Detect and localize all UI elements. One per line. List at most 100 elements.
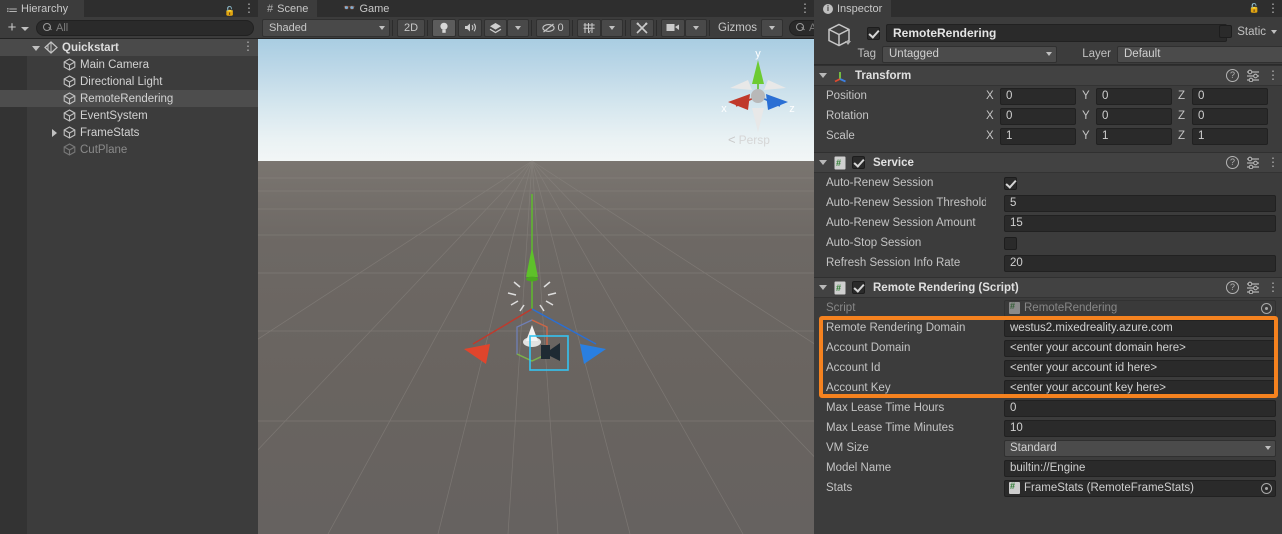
max-lease-time-hours-input[interactable]: 0 <box>1004 399 1276 417</box>
hierarchy-item-cutplane[interactable]: CutPlane <box>0 141 258 158</box>
scene-tabstrip: # Scene 👓 Game ⋮ <box>258 0 814 17</box>
component-enabled-checkbox[interactable] <box>852 156 865 169</box>
toggle-audio-button[interactable] <box>458 18 482 37</box>
preset-icon[interactable] <box>1246 156 1260 169</box>
tab-hierarchy[interactable]: Hierarchy <box>0 0 84 17</box>
toggle-2d-button[interactable]: 2D <box>397 18 425 37</box>
camera-dropdown-button[interactable] <box>685 18 707 37</box>
hierarchy-item-directional-light[interactable]: Directional Light <box>0 73 258 90</box>
hierarchy-kebab-menu-icon[interactable]: ⋮ <box>243 2 255 15</box>
vm-size-dropdown[interactable]: Standard <box>1004 439 1276 457</box>
component-foldout-icon[interactable] <box>819 160 827 165</box>
scale-x-input[interactable]: 1 <box>1000 127 1076 145</box>
hierarchy-item-main-camera[interactable]: Main Camera <box>0 56 258 73</box>
preset-icon[interactable] <box>1246 69 1260 82</box>
gizmos-dropdown-button[interactable] <box>760 18 783 37</box>
position-y-input[interactable]: 0 <box>1096 87 1172 105</box>
auto-renew-session-amount-input[interactable]: 15 <box>1004 214 1276 232</box>
property-label: Auto-Renew Session Amount <box>826 217 976 229</box>
shading-mode-dropdown[interactable]: Shaded <box>262 18 390 37</box>
static-toggle-group[interactable]: Static <box>1219 25 1277 38</box>
projection-mode-toggle[interactable]: < Persp <box>728 132 770 147</box>
account-domain-input[interactable]: <enter your account domain here> <box>1004 339 1276 357</box>
component-foldout-icon[interactable] <box>819 285 827 290</box>
static-dropdown-caret-icon[interactable] <box>1271 29 1277 34</box>
max-lease-time-minutes-input[interactable]: 10 <box>1004 419 1276 437</box>
scale-z-input[interactable]: 1 <box>1192 127 1268 145</box>
refresh-session-info-rate-input[interactable]: 20 <box>1004 254 1276 272</box>
rotation-y-input[interactable]: 0 <box>1096 107 1172 125</box>
component-kebab-menu-icon[interactable]: ⋮ <box>1267 69 1279 82</box>
scene-camera-button[interactable] <box>661 18 685 37</box>
scene-tools-button[interactable] <box>630 18 654 37</box>
component-foldout-icon[interactable] <box>819 73 827 78</box>
fx-dropdown-button[interactable] <box>507 18 529 37</box>
inspector-kebab-menu-icon[interactable]: ⋮ <box>1267 2 1279 15</box>
object-picker-icon[interactable] <box>1261 302 1272 314</box>
foldout-collapsed-icon[interactable] <box>50 127 61 138</box>
account-id-input[interactable]: <enter your account id here> <box>1004 359 1276 377</box>
hierarchy-item-framestats[interactable]: FrameStats <box>0 124 258 141</box>
grid-dropdown-button[interactable] <box>601 18 623 37</box>
game-object-icon <box>63 92 76 105</box>
hierarchy-search-input[interactable]: All <box>36 19 254 36</box>
position-x-input[interactable]: 0 <box>1000 87 1076 105</box>
tab-scene[interactable]: # Scene <box>258 0 318 17</box>
layer-dropdown[interactable]: Default <box>1117 45 1282 63</box>
script-asset-icon <box>1009 481 1020 494</box>
gizmo-label-y: y <box>755 48 761 60</box>
value: 0 <box>1010 402 1017 414</box>
component-header[interactable]: # Remote Rendering (Script)? ⋮ <box>814 277 1282 298</box>
search-icon <box>795 23 805 32</box>
game-object-icon <box>63 109 76 122</box>
gizmos-button[interactable]: Gizmos <box>714 19 761 37</box>
foldout-expanded-icon[interactable] <box>31 42 42 53</box>
static-checkbox[interactable] <box>1219 25 1233 38</box>
help-icon[interactable]: ? <box>1226 281 1239 294</box>
gameobject-name-input[interactable]: RemoteRendering <box>886 24 1227 42</box>
auto-renew-session-threshold-input[interactable]: 5 <box>1004 194 1276 212</box>
stats-object-field[interactable]: FrameStats (RemoteFrameStats) <box>1004 479 1276 497</box>
account-key-input[interactable]: <enter your account key here> <box>1004 379 1276 397</box>
hierarchy-item-eventsystem[interactable]: EventSystem <box>0 107 258 124</box>
auto-stop-session-checkbox[interactable] <box>1004 236 1017 250</box>
component-header[interactable]: Transform? ⋮ <box>814 65 1282 86</box>
component-kebab-menu-icon[interactable]: ⋮ <box>1267 156 1279 169</box>
tag-dropdown[interactable]: Untagged <box>882 45 1057 63</box>
help-icon[interactable]: ? <box>1226 69 1239 82</box>
component-header[interactable]: # Service? ⋮ <box>814 152 1282 173</box>
create-dropdown-caret-icon[interactable] <box>19 20 30 36</box>
remote-rendering-domain-input[interactable]: westus2.mixedreality.azure.com <box>1004 319 1276 337</box>
scale-y-input[interactable]: 1 <box>1096 127 1172 145</box>
create-object-button[interactable]: + <box>5 20 19 36</box>
inspector-lock-open-icon[interactable]: 🔓 <box>1249 3 1260 14</box>
axis-label-x: X <box>986 90 994 102</box>
component-enabled-checkbox[interactable] <box>852 281 865 294</box>
gameobject-enabled-checkbox[interactable] <box>867 27 880 40</box>
toggle-fx-button[interactable] <box>484 18 507 37</box>
scene-orientation-gizmo[interactable]: y x z <box>718 44 798 134</box>
value: 20 <box>1010 257 1023 269</box>
object-picker-icon[interactable] <box>1261 482 1272 494</box>
position-z-input[interactable]: 0 <box>1192 87 1268 105</box>
scene-viewport[interactable]: y x z < Persp <box>258 39 814 534</box>
script-object-field[interactable]: RemoteRendering <box>1004 299 1276 317</box>
rotation-x-input[interactable]: 0 <box>1000 107 1076 125</box>
property-label: Position <box>826 90 867 102</box>
rotation-z-input[interactable]: 0 <box>1192 107 1268 125</box>
auto-renew-session-checkbox[interactable] <box>1004 176 1017 190</box>
hidden-objects-button[interactable]: 0 <box>536 18 570 37</box>
hierarchy-item-quickstart[interactable]: Quickstart ⋮ <box>0 39 258 56</box>
grid-snap-button[interactable]: Y <box>577 18 601 37</box>
tab-game[interactable]: 👓 Game <box>334 0 398 17</box>
model-name-input[interactable]: builtin://Engine <box>1004 459 1276 477</box>
component-kebab-menu-icon[interactable]: ⋮ <box>1267 281 1279 294</box>
toggle-lighting-button[interactable] <box>432 18 456 37</box>
scene-kebab-menu-icon[interactable]: ⋮ <box>799 2 811 15</box>
lock-open-icon[interactable] <box>224 3 234 14</box>
help-icon[interactable]: ? <box>1226 156 1239 169</box>
tab-inspector[interactable]: i Inspector <box>814 0 892 17</box>
scene-context-kebab-menu-icon[interactable]: ⋮ <box>242 40 254 53</box>
preset-icon[interactable] <box>1246 281 1260 294</box>
hierarchy-item-remoterendering[interactable]: RemoteRendering <box>0 90 258 107</box>
